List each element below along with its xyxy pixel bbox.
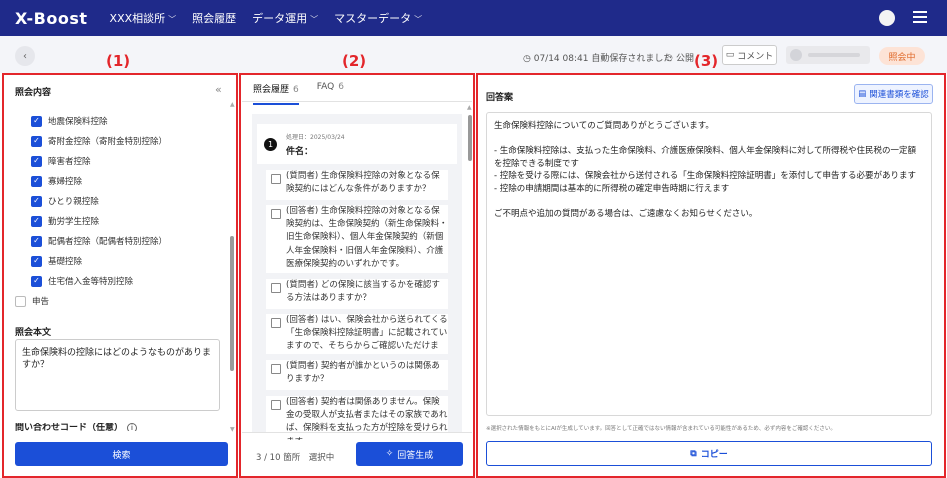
chevron-left-icon: ‹ (23, 50, 27, 62)
back-button[interactable]: ‹ (15, 46, 35, 66)
comment-button[interactable]: ▭ コメント (722, 45, 777, 65)
app-logo[interactable]: X-Boost (15, 9, 88, 28)
annotation-box-1 (2, 73, 238, 478)
annotation-marker-3: (3) (694, 52, 719, 70)
user-avatar[interactable] (879, 10, 895, 26)
nav-item-inquiry-history[interactable]: 照会履歴 (192, 10, 236, 26)
user-group-icon: ⚇ (665, 54, 676, 64)
autosave-status: ◷ 07/14 08:41 自動保存されました (523, 54, 673, 64)
assignee-chip[interactable] (786, 46, 870, 64)
nav-item-data-operation[interactable]: データ運用 ﹀ (252, 10, 318, 26)
chevron-down-icon: ﹀ (414, 15, 423, 24)
annotation-marker-2: (2) (342, 52, 367, 70)
hamburger-menu-icon[interactable] (913, 11, 927, 23)
assignee-name-redacted (808, 53, 860, 57)
main-nav: XXX相談所 ﹀ 照会履歴 データ運用 ﹀ マスターデータ ﹀ (110, 10, 423, 26)
nav-item-master-data[interactable]: マスターデータ ﹀ (334, 10, 422, 26)
nav-item-consultation[interactable]: XXX相談所 ﹀ (110, 10, 177, 26)
public-button[interactable]: ⚇ 公開 (665, 51, 694, 64)
clock-icon: ◷ (523, 54, 534, 64)
comment-icon: ▭ (725, 50, 735, 60)
status-badge: 照会中 (879, 47, 925, 65)
annotation-box-2 (239, 73, 475, 478)
assignee-avatar (790, 49, 802, 61)
top-navigation-bar: X-Boost XXX相談所 ﹀ 照会履歴 データ運用 ﹀ マスターデータ ﹀ (0, 0, 947, 36)
annotation-marker-1: (1) (106, 52, 131, 70)
chevron-down-icon: ﹀ (310, 15, 319, 24)
chevron-down-icon: ﹀ (168, 15, 177, 24)
annotation-box-3 (476, 73, 946, 478)
